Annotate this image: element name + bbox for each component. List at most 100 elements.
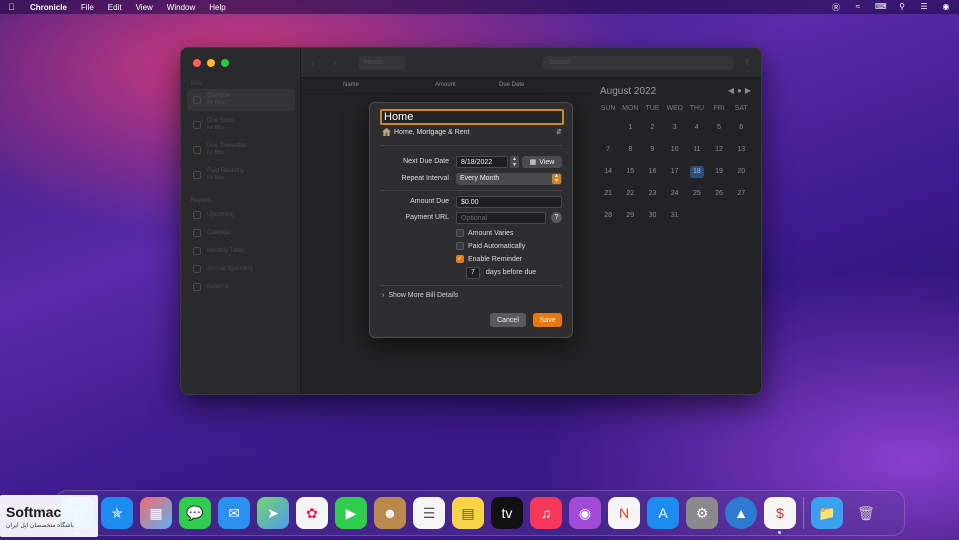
today-dot-icon[interactable]: ● [737, 86, 742, 95]
calendar-day[interactable]: 19 [708, 166, 730, 178]
calendar-day[interactable]: 15 [619, 166, 641, 178]
downloads-folder-icon[interactable]: 📁 [811, 497, 843, 529]
help-button[interactable]: ? [551, 212, 562, 223]
category-popup[interactable]: Home, Mortgage & Rent ⇵ [382, 128, 562, 136]
calendar-day[interactable]: 11 [686, 144, 708, 156]
calendar-day[interactable]: 16 [641, 166, 663, 178]
news-icon[interactable]: N [608, 497, 640, 529]
calendar-day[interactable]: 10 [664, 144, 686, 156]
sidebar-item-paid-recently[interactable]: Paid Recently No Bills [187, 164, 295, 186]
calendar-day[interactable]: 20 [730, 166, 752, 178]
forward-icon[interactable]: › [333, 58, 336, 68]
repeat-interval-select[interactable]: Every Month ▲ ▼ [456, 173, 562, 185]
dollar-status-icon[interactable]: Ⓡ [831, 2, 841, 13]
calendar-day[interactable]: 12 [708, 144, 730, 156]
sidebar-item-due-thereafter[interactable]: Due Thereafter No Bills [187, 139, 295, 161]
calendar-day[interactable]: 28 [597, 210, 619, 222]
calendar-day[interactable]: 5 [708, 122, 730, 134]
next-due-date-field[interactable]: 8/18/2022 [456, 156, 508, 168]
menu-window[interactable]: Window [167, 3, 195, 12]
calendar-day[interactable]: 25 [686, 188, 708, 200]
siri-icon[interactable]: ◉ [941, 2, 951, 13]
column-due-date[interactable]: Due Date [499, 82, 524, 88]
sidebar-item-due-soon[interactable]: Due Soon No Bills [187, 114, 295, 136]
bill-name-input[interactable]: Home [380, 109, 564, 125]
column-amount[interactable]: Amount [435, 82, 456, 88]
calendar-day[interactable]: 26 [708, 188, 730, 200]
mail-icon[interactable]: ✉ [218, 497, 250, 529]
system-preferences-icon[interactable]: ⚙ [686, 497, 718, 529]
calendar-day[interactable]: 24 [664, 188, 686, 200]
notes-icon[interactable]: ▤ [452, 497, 484, 529]
calendar-day[interactable]: 6 [730, 122, 752, 134]
trash-icon[interactable]: 🗑 [850, 497, 882, 529]
payment-url-input[interactable]: Optional [456, 212, 546, 224]
menu-help[interactable]: Help [209, 3, 225, 12]
enable-reminder-checkbox[interactable]: ✓ Enable Reminder [456, 255, 522, 263]
podcasts-icon[interactable]: ◉ [569, 497, 601, 529]
amount-due-input[interactable]: $0.00 [456, 196, 562, 208]
amount-varies-checkbox[interactable]: Amount Varies [456, 229, 513, 237]
menu-view[interactable]: View [136, 3, 153, 12]
calendar-day[interactable]: 3 [664, 122, 686, 134]
chronicle-icon[interactable]: $ [764, 497, 796, 534]
previous-month-icon[interactable]: ◀ [728, 86, 734, 95]
show-more-details-toggle[interactable]: › Show More Bill Details [382, 292, 458, 299]
date-stepper[interactable]: ▲ ▼ [510, 156, 519, 168]
music-icon[interactable]: ♫ [530, 497, 562, 529]
calendar-day[interactable]: 1 [619, 122, 641, 134]
column-name[interactable]: Name [343, 82, 359, 88]
calendar-day[interactable]: 30 [641, 210, 663, 222]
calendar-day[interactable]: 17 [664, 166, 686, 178]
save-button[interactable]: Save [533, 313, 562, 327]
calendar-day[interactable]: 18 [689, 166, 704, 178]
apple-menu-icon[interactable]:  [8, 2, 18, 12]
calendar-day[interactable]: 21 [597, 188, 619, 200]
close-button[interactable] [193, 59, 201, 67]
calendar-day[interactable]: 8 [619, 144, 641, 156]
control-center-icon[interactable]: ☰ [919, 2, 929, 13]
contacts-icon[interactable]: ☻ [374, 497, 406, 529]
calendar-day[interactable]: 7 [597, 144, 619, 156]
calendar-day[interactable]: 27 [730, 188, 752, 200]
messages-icon[interactable]: 💬 [179, 497, 211, 529]
search-input[interactable]: Search [543, 56, 733, 70]
share-icon[interactable]: ⇧ [743, 57, 751, 68]
facetime-icon[interactable]: ▶ [335, 497, 367, 529]
reminders-icon[interactable]: ☰ [413, 497, 445, 529]
cancel-button[interactable]: Cancel [490, 313, 526, 327]
calendar-day[interactable]: 13 [730, 144, 752, 156]
calendar-day[interactable]: 9 [641, 144, 663, 156]
menu-edit[interactable]: Edit [108, 3, 122, 12]
paid-automatically-checkbox[interactable]: Paid Automatically [456, 242, 525, 250]
view-calendar-button[interactable]: ▦ View [522, 156, 562, 168]
safari-icon[interactable]: ✯ [101, 497, 133, 529]
menu-file[interactable]: File [81, 3, 94, 12]
sidebar-report-balance[interactable]: Balance [193, 283, 229, 291]
reminder-days-input[interactable]: 7 [466, 267, 480, 279]
maps-icon[interactable]: ➤ [257, 497, 289, 529]
sidebar-report-annual[interactable]: Annual Spending [193, 265, 253, 273]
zoom-button[interactable] [221, 59, 229, 67]
app-store-icon[interactable]: A [647, 497, 679, 529]
filter-popup[interactable]: Home [359, 56, 405, 70]
sidebar-report-upcoming[interactable]: Upcoming [193, 211, 234, 219]
sidebar-report-monthly[interactable]: Monthly Totals [193, 247, 245, 255]
monterey-installer-icon[interactable]: ▲ [725, 497, 757, 529]
next-month-icon[interactable]: ▶ [745, 86, 751, 95]
keyboard-icon[interactable]: ⌨ [875, 2, 887, 13]
calendar-day[interactable]: 2 [641, 122, 663, 134]
minimize-button[interactable] [207, 59, 215, 67]
calendar-day[interactable]: 23 [641, 188, 663, 200]
calendar-day[interactable]: 29 [619, 210, 641, 222]
calendar-day[interactable]: 31 [664, 210, 686, 222]
calendar-day[interactable]: 22 [619, 188, 641, 200]
wifi-icon[interactable]: ≈ [853, 2, 863, 13]
calendar-day[interactable]: 4 [686, 122, 708, 134]
sidebar-report-calendar[interactable]: Calendar [193, 229, 231, 237]
photos-icon[interactable]: ✿ [296, 497, 328, 529]
sidebar-item-overdue[interactable]: Overdue No Bills [187, 89, 295, 111]
launchpad-icon[interactable]: ▦ [140, 497, 172, 529]
menu-app-name[interactable]: Chronicle [30, 3, 67, 12]
back-icon[interactable]: ‹ [311, 58, 314, 68]
